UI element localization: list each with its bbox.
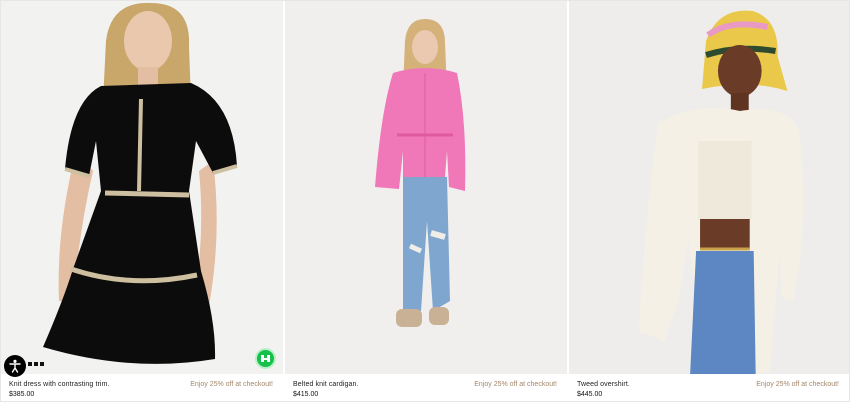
product-card[interactable]: Tweed overshirt. $445.00 Enjoy 25% off a… [569, 1, 849, 401]
product-meta: Tweed overshirt. $445.00 Enjoy 25% off a… [569, 374, 849, 401]
product-price: $445.00 [577, 391, 603, 398]
product-promo: Enjoy 25% off at checkout! [190, 381, 273, 388]
product-meta: Knit dress with contrasting trim. $385.0… [1, 374, 283, 401]
product-name[interactable]: Knit dress with contrasting trim. [9, 381, 110, 388]
accessibility-icon [9, 359, 21, 373]
product-name[interactable]: Belted knit cardigan. [293, 381, 359, 388]
accessibility-button[interactable] [4, 355, 26, 377]
product-image[interactable] [285, 1, 567, 374]
product-image[interactable] [1, 1, 283, 374]
product-price: $385.00 [9, 391, 35, 398]
product-grid: Knit dress with contrasting trim. $385.0… [1, 1, 849, 401]
shop-badge-icon[interactable] [255, 348, 276, 369]
product-price: $415.00 [293, 391, 319, 398]
product-meta: Belted knit cardigan. $415.00 Enjoy 25% … [285, 374, 567, 401]
product-promo: Enjoy 25% off at checkout! [756, 381, 839, 388]
product-promo: Enjoy 25% off at checkout! [474, 381, 557, 388]
product-card[interactable]: Knit dress with contrasting trim. $385.0… [1, 1, 283, 401]
accessibility-menu-handle[interactable] [28, 362, 44, 366]
product-card[interactable]: Belted knit cardigan. $415.00 Enjoy 25% … [285, 1, 567, 401]
product-image[interactable] [569, 1, 849, 374]
product-name[interactable]: Tweed overshirt. [577, 381, 630, 388]
